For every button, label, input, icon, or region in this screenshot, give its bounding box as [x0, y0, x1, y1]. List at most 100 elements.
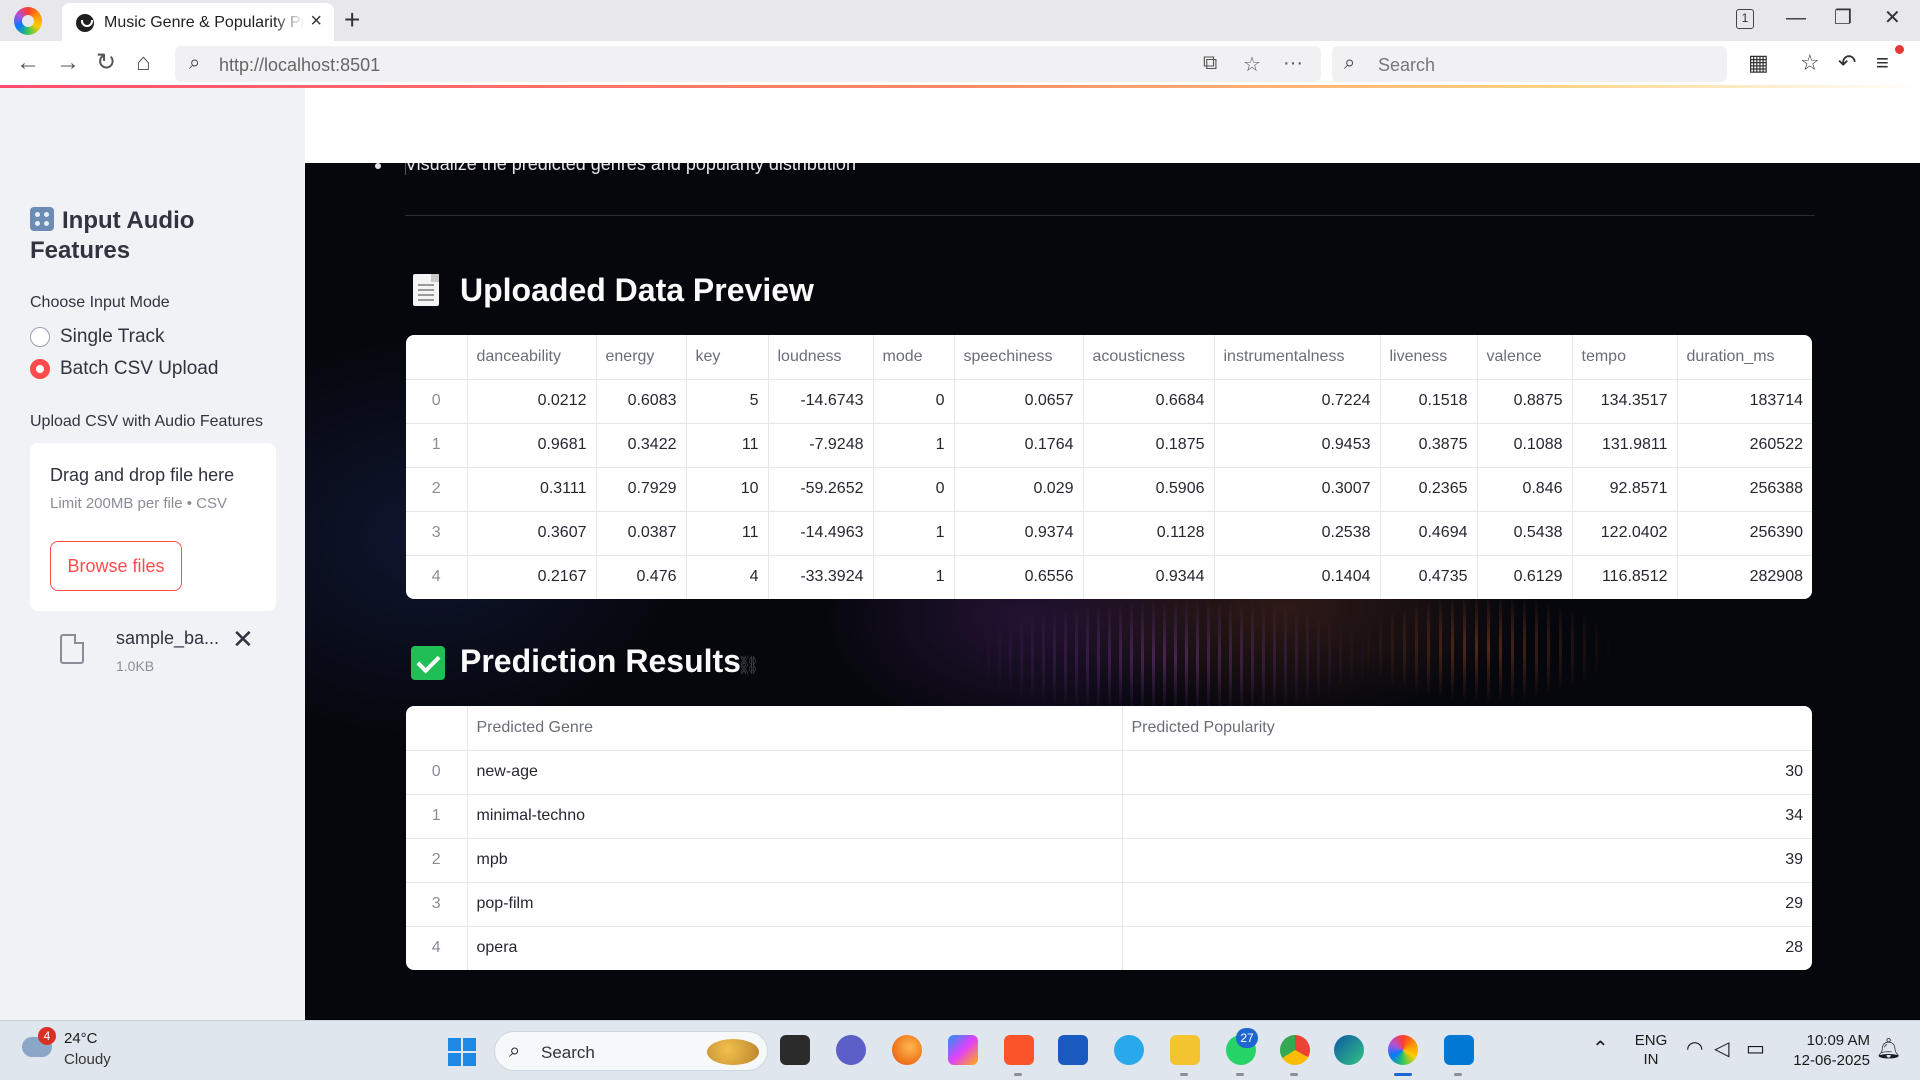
column-header[interactable]: energy	[596, 335, 687, 380]
weather-condition[interactable]: Cloudy	[64, 1051, 111, 1068]
clock[interactable]: 10:09 AM 12-06-2025	[1784, 1031, 1870, 1071]
wifi-icon[interactable]: ◠	[1686, 1038, 1703, 1060]
row-index[interactable]: 3	[406, 882, 468, 927]
table-cell[interactable]: 4	[686, 555, 769, 599]
column-header[interactable]: danceability	[467, 335, 597, 380]
task-view-icon[interactable]	[780, 1035, 810, 1065]
row-index[interactable]: 0	[406, 750, 468, 795]
more-icon[interactable]: ···	[1283, 52, 1303, 75]
table-cell[interactable]: 28	[1122, 926, 1812, 970]
table-cell[interactable]: 256390	[1677, 511, 1812, 556]
table-cell[interactable]: 0.5906	[1083, 467, 1215, 512]
table-cell[interactable]: 134.3517	[1572, 379, 1678, 424]
table-cell[interactable]: 0.3111	[467, 467, 597, 512]
column-header[interactable]: liveness	[1380, 335, 1478, 380]
table-cell[interactable]: 0.1088	[1477, 423, 1573, 468]
row-index[interactable]: 4	[406, 555, 468, 599]
file-dropzone[interactable]: Drag and drop file here Limit 200MB per …	[30, 443, 276, 611]
table-cell[interactable]: pop-film	[467, 882, 1123, 927]
table-cell[interactable]: 256388	[1677, 467, 1812, 512]
brave-icon[interactable]	[1004, 1035, 1034, 1065]
chevron-up-icon[interactable]: ⌃	[1592, 1038, 1609, 1060]
table-cell[interactable]: 0.6129	[1477, 555, 1573, 599]
browser-logo-icon[interactable]	[14, 7, 42, 35]
table-cell[interactable]: 116.8512	[1572, 555, 1678, 599]
extensions-grid-icon[interactable]: ▦	[1748, 50, 1769, 76]
table-cell[interactable]: 0.3875	[1380, 423, 1478, 468]
table-cell[interactable]: -33.3924	[768, 555, 874, 599]
battery-icon[interactable]: ▭	[1746, 1038, 1765, 1060]
table-cell[interactable]: 30	[1122, 750, 1812, 795]
table-cell[interactable]: 0.9453	[1214, 423, 1381, 468]
word-icon[interactable]	[1058, 1035, 1088, 1065]
table-cell[interactable]: minimal-techno	[467, 794, 1123, 839]
address-bar[interactable]: ⌕ http://localhost:8501 ⧉ ☆ ···	[175, 46, 1321, 82]
table-cell[interactable]: 11	[686, 423, 769, 468]
table-cell[interactable]: 0.1875	[1083, 423, 1215, 468]
table-cell[interactable]: -59.2652	[768, 467, 874, 512]
column-header[interactable]: key	[686, 335, 769, 380]
undo-icon[interactable]: ↶	[1838, 50, 1856, 76]
column-header[interactable]: loudness	[768, 335, 874, 380]
table-cell[interactable]: 1	[873, 555, 955, 599]
restore-icon[interactable]: ❐	[1834, 6, 1852, 30]
browser-search-box[interactable]: ⌕ Search	[1332, 46, 1727, 82]
table-cell[interactable]: 0.476	[596, 555, 687, 599]
forward-icon[interactable]: →	[56, 51, 80, 75]
browser-tab[interactable]: Music Genre & Popularity Prediction ×	[62, 3, 334, 41]
back-icon[interactable]: ←	[16, 51, 40, 75]
table-cell[interactable]: 282908	[1677, 555, 1812, 599]
row-index[interactable]: 0	[406, 379, 468, 424]
reload-icon[interactable]: ↻	[96, 51, 116, 75]
windows-start-icon[interactable]	[448, 1038, 476, 1066]
volume-icon[interactable]: ◁	[1714, 1038, 1729, 1060]
table-cell[interactable]: 0.1404	[1214, 555, 1381, 599]
table-cell[interactable]: 0.0387	[596, 511, 687, 556]
row-index[interactable]: 3	[406, 511, 468, 556]
table-cell[interactable]: 260522	[1677, 423, 1812, 468]
table-row[interactable]: 2 0.3111 0.7929 10 -59.2652 0 0.029 0.5906 0.300…	[406, 467, 1812, 512]
column-header[interactable]: tempo	[1572, 335, 1678, 380]
table-cell[interactable]: 0.6684	[1083, 379, 1215, 424]
table-row[interactable]: 3 pop-film 29	[406, 882, 1812, 927]
column-header[interactable]: Predicted Genre	[467, 706, 1123, 751]
firefox-icon[interactable]	[892, 1035, 922, 1065]
row-index[interactable]: 1	[406, 794, 468, 839]
home-icon[interactable]: ⌂	[136, 51, 151, 75]
tab-count-badge[interactable]: 1	[1736, 9, 1754, 29]
table-row[interactable]: 1 minimal-techno 34	[406, 794, 1812, 839]
results-table[interactable]: Predicted Genre Predicted Popularity 0 new…	[406, 706, 1812, 970]
table-cell[interactable]: 0.2365	[1380, 467, 1478, 512]
bookmark-star-icon[interactable]: ☆	[1243, 52, 1261, 77]
row-index[interactable]: 2	[406, 838, 468, 883]
table-row[interactable]: 0 new-age 30	[406, 750, 1812, 795]
radio-circle-selected[interactable]	[30, 359, 50, 379]
notification-bell-icon[interactable]: 🔔︎	[1876, 1038, 1901, 1060]
column-header[interactable]: Predicted Popularity	[1122, 706, 1812, 751]
minimize-icon[interactable]: —	[1786, 6, 1806, 30]
table-cell[interactable]: new-age	[467, 750, 1123, 795]
table-cell[interactable]: 1	[873, 423, 955, 468]
table-cell[interactable]: 0.8875	[1477, 379, 1573, 424]
table-cell[interactable]: 10	[686, 467, 769, 512]
telegram-icon[interactable]	[1114, 1035, 1144, 1065]
edge-icon[interactable]	[1334, 1035, 1364, 1065]
table-cell[interactable]: 1	[873, 511, 955, 556]
table-row[interactable]: 1 0.9681 0.3422 11 -7.9248 1 0.1764 0.1875 0.945…	[406, 423, 1812, 468]
table-cell[interactable]: 0.6083	[596, 379, 687, 424]
vscode-icon[interactable]	[1444, 1035, 1474, 1065]
chrome-icon[interactable]	[1280, 1035, 1310, 1065]
table-cell[interactable]: 0.1128	[1083, 511, 1215, 556]
table-cell[interactable]: 0.0657	[954, 379, 1084, 424]
tab-close-icon[interactable]: ×	[310, 11, 322, 31]
table-cell[interactable]: opera	[467, 926, 1123, 970]
table-cell[interactable]: 0.9344	[1083, 555, 1215, 599]
menu-icon[interactable]: ≡	[1876, 50, 1889, 76]
new-tab-icon[interactable]: +	[344, 4, 360, 36]
table-cell[interactable]: 0.9374	[954, 511, 1084, 556]
taskbar-search[interactable]: ⌕ Search	[494, 1031, 768, 1071]
translate-icon[interactable]: ⧉	[1203, 52, 1217, 75]
table-cell[interactable]: 0.1764	[954, 423, 1084, 468]
table-cell[interactable]: mpb	[467, 838, 1123, 883]
table-cell[interactable]: 0.3422	[596, 423, 687, 468]
